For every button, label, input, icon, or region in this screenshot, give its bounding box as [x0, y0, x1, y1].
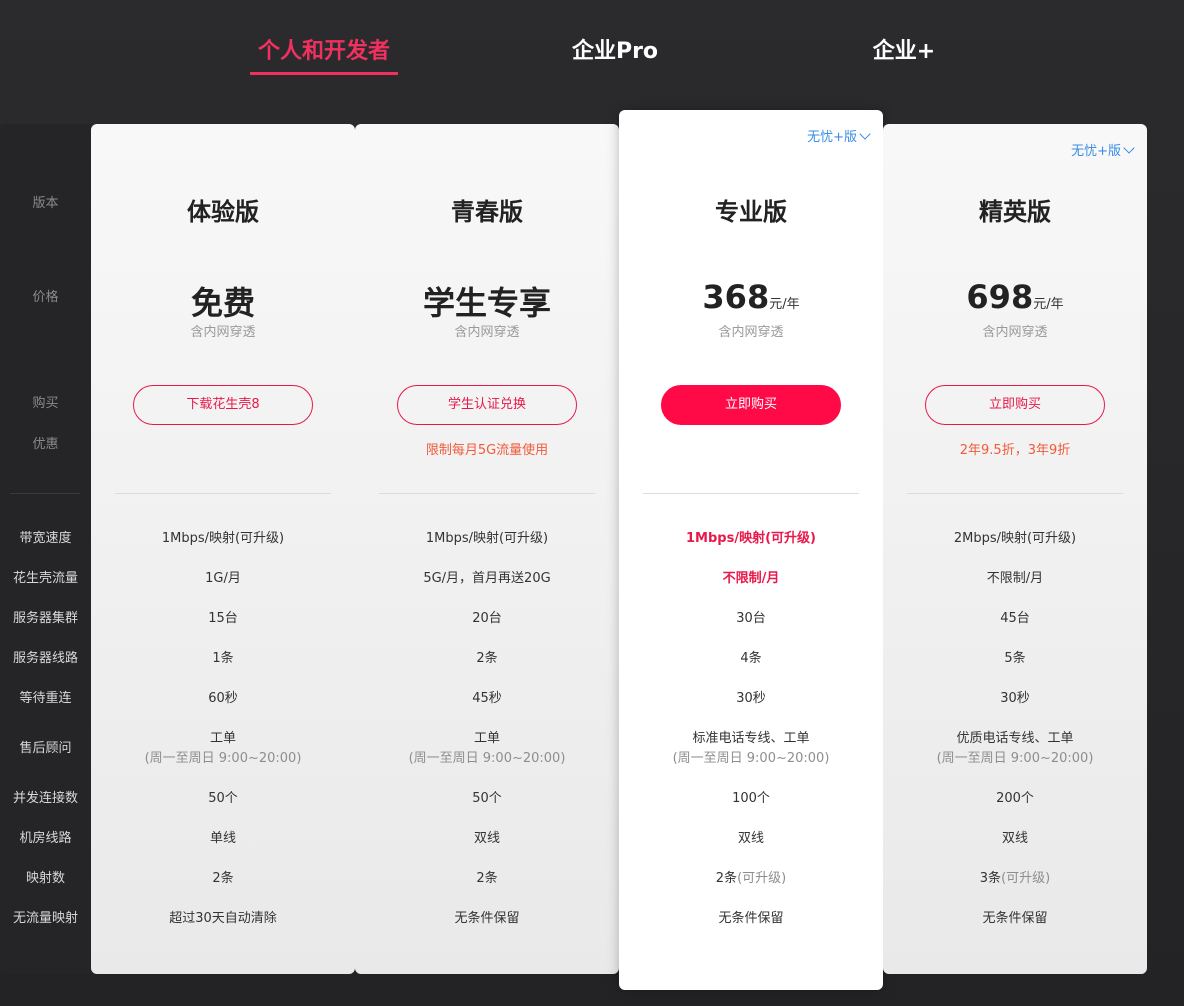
chevron-down-icon	[859, 128, 871, 140]
datacenter-lines-value: 双线	[1001, 831, 1028, 846]
card-divider	[907, 493, 1123, 494]
plan-name: 青春版	[451, 198, 523, 226]
buy-now-button[interactable]: 立即购买	[925, 385, 1105, 425]
mappings-value: 2条	[212, 871, 234, 886]
datacenter-lines-value: 双线	[473, 831, 500, 846]
label-mappings: 映射数	[25, 871, 65, 886]
plan-name: 专业版	[715, 198, 787, 226]
mappings-value: 2条	[476, 871, 498, 886]
label-price: 价格	[32, 290, 59, 305]
upsell-toggle[interactable]: 无忧+版	[1071, 140, 1135, 159]
price-note: 含内网穿透	[454, 325, 520, 340]
label-no-traffic-mapping: 无流量映射	[12, 911, 78, 926]
buy-now-button[interactable]: 立即购买	[661, 385, 841, 425]
support-value: 工单	[473, 731, 500, 746]
plan-name: 精英版	[979, 198, 1051, 226]
download-button[interactable]: 下载花生壳8	[133, 385, 313, 425]
reconnect-wait-value: 45秒	[472, 691, 502, 706]
server-cluster-value: 15台	[208, 611, 238, 626]
plan-price: 学生专享	[422, 284, 551, 322]
label-support: 售后顾问	[19, 741, 72, 756]
traffic-value: 不限制/月	[986, 571, 1044, 586]
traffic-value: 5G/月，首月再送20G	[423, 571, 551, 586]
promo-text: 2年9.5折，3年9折	[959, 443, 1071, 458]
support-value: 标准电话专线、工单	[692, 731, 810, 746]
support-hours: (周一至周日 9:00~20:00)	[408, 751, 566, 766]
card-divider	[115, 493, 331, 494]
support-hours: (周一至周日 9:00~20:00)	[672, 751, 830, 766]
no-traffic-mapping-value: 超过30天自动清除	[169, 911, 277, 926]
server-lines-value: 5条	[1004, 651, 1026, 666]
tab-enterprise-plus[interactable]: 企业+	[860, 36, 948, 72]
label-server-lines: 服务器线路	[12, 651, 78, 666]
card-divider	[379, 493, 595, 494]
concurrent-value: 200个	[996, 791, 1034, 806]
bandwidth-value: 1Mbps/映射(可升级)	[425, 531, 549, 546]
plan-name: 体验版	[187, 198, 259, 226]
support-value: 优质电话专线、工单	[956, 731, 1074, 746]
label-discount: 优惠	[32, 437, 59, 452]
feature-label-column: 版本 价格 购买 优惠 带宽速度 花生壳流量 服务器集群 服务器线路 等待重连 …	[0, 124, 91, 974]
label-traffic: 花生壳流量	[12, 571, 78, 586]
plan-price: 698元/年	[966, 278, 1064, 316]
plan-card-trial: 体验版 免费 含内网穿透 下载花生壳8 1Mbps/映射(可升级) 1G/月 1…	[91, 124, 355, 974]
card-divider	[643, 493, 859, 494]
label-server-cluster: 服务器集群	[12, 611, 78, 626]
label-concurrent: 并发连接数	[12, 791, 78, 806]
reconnect-wait-value: 30秒	[736, 691, 766, 706]
label-buy: 购买	[32, 396, 59, 411]
upsell-label: 无忧+版	[807, 130, 857, 145]
plan-category-tabs: 个人和开发者 企业Pro 企业+	[0, 0, 1184, 100]
server-cluster-value: 30台	[736, 611, 766, 626]
plan-card-professional: 无忧+版 专业版 368元/年 含内网穿透 立即购买 1Mbps/映射(可升级)…	[619, 110, 883, 990]
bandwidth-value: 2Mbps/映射(可升级)	[953, 531, 1077, 546]
support-hours: (周一至周日 9:00~20:00)	[144, 751, 302, 766]
student-verify-button[interactable]: 学生认证兑换	[397, 385, 577, 425]
promo-text: 限制每月5G流量使用	[425, 443, 549, 458]
bandwidth-value: 1Mbps/映射(可升级)	[161, 531, 285, 546]
support-hours: (周一至周日 9:00~20:00)	[936, 751, 1094, 766]
plan-price: 368元/年	[702, 278, 800, 316]
server-cluster-value: 45台	[1000, 611, 1030, 626]
plan-card-elite: 无忧+版 精英版 698元/年 含内网穿透 立即购买 2年9.5折，3年9折 2…	[883, 124, 1147, 974]
chevron-down-icon	[1123, 142, 1135, 154]
support-value: 工单	[209, 731, 236, 746]
no-traffic-mapping-value: 无条件保留	[454, 911, 520, 926]
upsell-label: 无忧+版	[1071, 144, 1121, 159]
label-bandwidth: 带宽速度	[19, 531, 72, 546]
price-note: 含内网穿透	[718, 325, 784, 340]
plan-card-youth: 青春版 学生专享 含内网穿透 学生认证兑换 限制每月5G流量使用 1Mbps/映…	[355, 124, 619, 974]
plan-price: 免费	[190, 284, 255, 322]
concurrent-value: 100个	[732, 791, 770, 806]
traffic-value: 1G/月	[205, 571, 241, 586]
server-lines-value: 1条	[212, 651, 234, 666]
bandwidth-value: 1Mbps/映射(可升级)	[686, 531, 816, 546]
upsell-toggle[interactable]: 无忧+版	[807, 126, 871, 145]
server-lines-value: 2条	[476, 651, 498, 666]
reconnect-wait-value: 60秒	[208, 691, 238, 706]
tab-personal-developer[interactable]: 个人和开发者	[250, 36, 398, 75]
datacenter-lines-value: 双线	[737, 831, 764, 846]
tab-enterprise-pro[interactable]: 企业Pro	[560, 36, 670, 72]
server-cluster-value: 20台	[472, 611, 502, 626]
concurrent-value: 50个	[472, 791, 502, 806]
label-divider	[10, 493, 80, 494]
mappings-value: 2条(可升级)	[715, 871, 787, 886]
no-traffic-mapping-value: 无条件保留	[718, 911, 784, 926]
datacenter-lines-value: 单线	[209, 831, 236, 846]
mappings-value: 3条(可升级)	[979, 871, 1051, 886]
traffic-value: 不限制/月	[722, 571, 780, 586]
label-reconnect-wait: 等待重连	[19, 691, 72, 706]
concurrent-value: 50个	[208, 791, 238, 806]
server-lines-value: 4条	[740, 651, 762, 666]
price-note: 含内网穿透	[190, 325, 256, 340]
label-datacenter-lines: 机房线路	[19, 831, 72, 846]
no-traffic-mapping-value: 无条件保留	[982, 911, 1048, 926]
label-version: 版本	[32, 196, 59, 211]
price-note: 含内网穿透	[982, 325, 1048, 340]
reconnect-wait-value: 30秒	[1000, 691, 1030, 706]
